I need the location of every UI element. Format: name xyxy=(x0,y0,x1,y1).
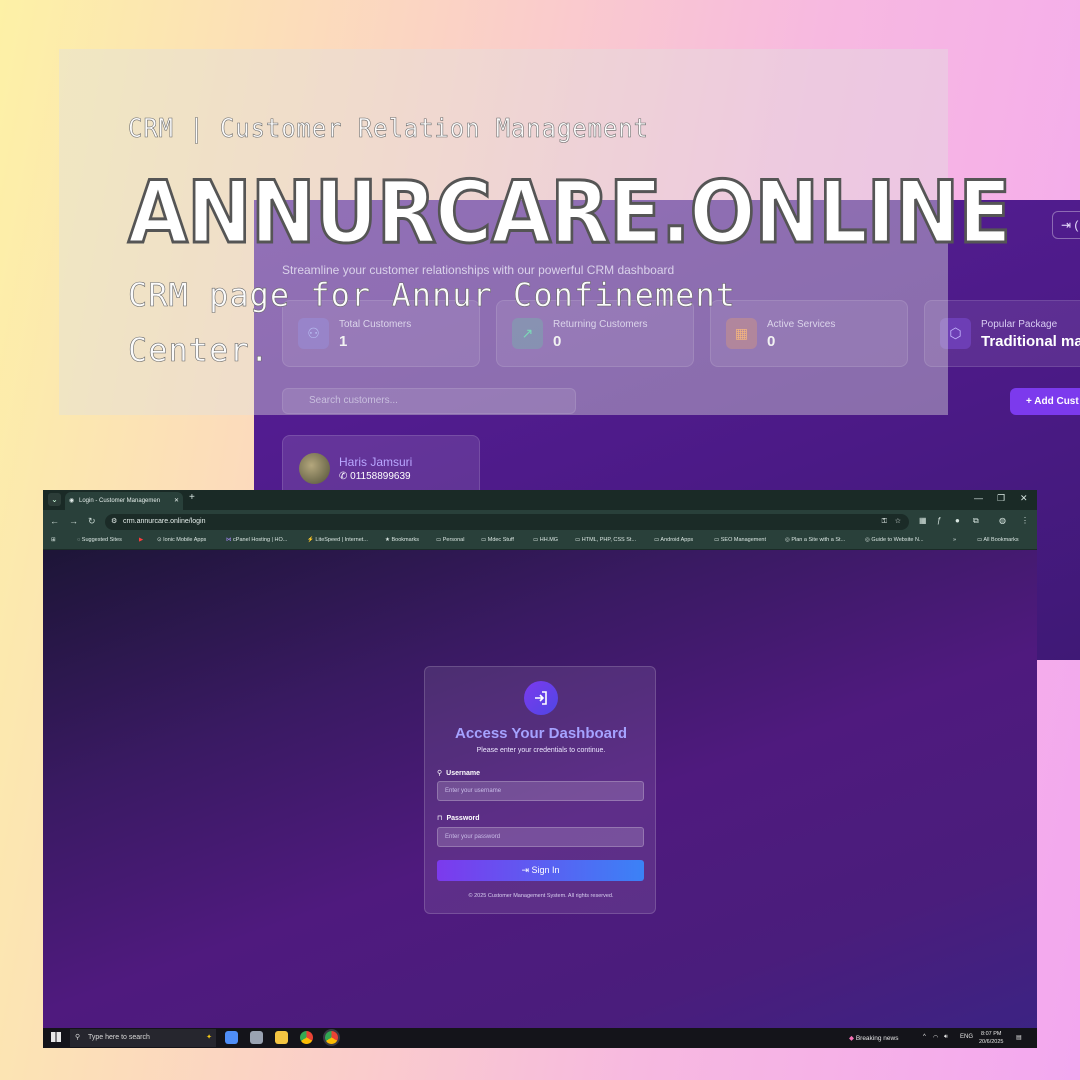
customer-name: Haris Jamsuri xyxy=(339,455,413,469)
login-title: Access Your Dashboard xyxy=(454,725,627,742)
overlay-description-line1: CRM page for Annur Confinement xyxy=(128,276,736,315)
minimize-icon[interactable]: — xyxy=(974,493,983,503)
restore-icon[interactable]: ❐ xyxy=(997,493,1005,504)
bookmark-item[interactable]: ◎ Guide to Website N... xyxy=(865,537,924,543)
tab-search-button[interactable]: ⌄ xyxy=(48,493,61,506)
wifi-icon[interactable]: ◠ xyxy=(933,1034,938,1041)
username-field[interactable]: Enter your username xyxy=(437,781,644,801)
extension-icon[interactable]: ● xyxy=(955,516,960,525)
extensions-puzzle-icon[interactable]: ⧉ xyxy=(973,516,979,526)
globe-icon: ◉ xyxy=(69,498,75,504)
password-field[interactable]: Enter your password xyxy=(437,827,644,847)
close-window-icon[interactable]: ✕ xyxy=(1020,493,1028,504)
extension-icon[interactable]: ▦ xyxy=(919,516,927,525)
tab-login[interactable]: ◉ Login - Customer Managemen ✕ xyxy=(65,492,183,510)
youtube-icon[interactable]: ▶ xyxy=(139,537,143,543)
bookmarks-overflow-button[interactable]: » xyxy=(953,537,956,543)
new-tab-button[interactable]: + xyxy=(189,492,195,503)
overlay-subtitle: CRM | Customer Relation Management xyxy=(128,114,649,145)
tray-chevron-icon[interactable]: ^ xyxy=(923,1034,926,1040)
lock-icon: ⊓ xyxy=(437,815,443,822)
notifications-icon[interactable]: ▤ xyxy=(1016,1034,1022,1041)
navigation-bar: ← → ↻ ⚙ crm.annurcare.online/login ⚿ ☆ ▦… xyxy=(43,510,1037,533)
customer-phone: ✆ 01158899639 xyxy=(339,471,411,482)
bookmark-item[interactable]: ⚡ LiteSpeed | Internet... xyxy=(307,537,368,543)
sparkle-icon: ✦ xyxy=(206,1034,212,1041)
bookmark-item[interactable]: ◌ Suggested Sites xyxy=(77,537,122,543)
file-explorer-icon[interactable] xyxy=(275,1031,288,1044)
apps-grid-icon[interactable]: ⊞ xyxy=(51,537,56,543)
avatar xyxy=(299,453,330,484)
password-label: ⊓ Password xyxy=(437,815,480,822)
bookmark-item[interactable]: ⋈ cPanel Hosting | HO... xyxy=(226,537,287,543)
language-indicator[interactable]: ENG xyxy=(960,1034,973,1040)
stat-value: Traditional massa xyxy=(981,333,1080,350)
sign-in-icon xyxy=(524,681,558,715)
volume-icon[interactable]: 🔊︎ xyxy=(944,1034,948,1041)
windows-start-icon[interactable] xyxy=(51,1032,61,1042)
site-info-icon: ⚙ xyxy=(111,518,118,525)
overlay-description-line2: Center. xyxy=(128,331,270,370)
chrome-icon[interactable] xyxy=(300,1031,313,1044)
bookmark-star-icon[interactable]: ☆ xyxy=(895,514,901,530)
taskbar-clock[interactable]: 8:07 PM 20/6/2025 xyxy=(979,1030,1003,1046)
bookmark-item[interactable]: ◎ Plan a Site with a St... xyxy=(785,537,845,543)
logout-button[interactable]: ⇥ ( xyxy=(1052,211,1080,239)
news-widget[interactable]: ◆ Breaking news xyxy=(849,1034,898,1042)
close-tab-icon[interactable]: ✕ xyxy=(174,492,179,510)
password-key-icon[interactable]: ⚿ xyxy=(882,514,887,530)
user-icon: ⚲ xyxy=(437,770,443,777)
add-customer-button[interactable]: + Add Cust xyxy=(1010,388,1080,415)
stat-label: Popular Package xyxy=(981,319,1058,330)
sign-in-icon: ⇥ xyxy=(521,865,532,875)
plus-icon: + xyxy=(1026,396,1035,407)
bookmark-folder[interactable]: ▭ Android Apps xyxy=(654,537,693,543)
bookmark-folder[interactable]: ▭ SEO Management xyxy=(714,537,766,543)
taskbar-search-input[interactable]: ⚲ Type here to search ✦ xyxy=(70,1029,216,1047)
app-icon[interactable] xyxy=(250,1031,263,1044)
back-icon[interactable]: ← xyxy=(50,516,59,526)
bookmark-folder[interactable]: ▭ Personal xyxy=(436,537,464,543)
bookmark-folder[interactable]: ▭ Mdec Stuff xyxy=(481,537,514,543)
login-footer: © 2025 Customer Management System. All r… xyxy=(468,893,614,899)
extension-icon[interactable]: ƒ xyxy=(937,516,941,525)
news-icon: ◆ xyxy=(849,1035,856,1042)
search-icon: ⚲ xyxy=(75,1034,81,1041)
chrome-active-icon[interactable] xyxy=(325,1031,338,1044)
browser-window: ⌄ ◉ Login - Customer Managemen ✕ + — ❐ ✕… xyxy=(43,490,1037,1048)
profile-avatar[interactable]: ◍ xyxy=(999,516,1006,525)
login-subtitle: Please enter your credentials to continu… xyxy=(476,747,606,754)
login-card: Access Your Dashboard Please enter your … xyxy=(424,666,656,914)
address-bar[interactable]: ⚙ crm.annurcare.online/login ⚿ ☆ xyxy=(105,514,909,530)
phone-icon: ✆ xyxy=(339,471,351,482)
tab-bar: ⌄ ◉ Login - Customer Managemen ✕ + — ❐ ✕ xyxy=(43,490,1037,510)
username-label: ⚲ Username xyxy=(437,770,480,777)
windows-taskbar: ⚲ Type here to search ✦ ◆ Breaking news … xyxy=(43,1028,1037,1048)
menu-kebab-icon[interactable]: ⋮ xyxy=(1021,516,1029,525)
bookmark-item[interactable]: ⊙ Ionic Mobile Apps xyxy=(157,537,206,543)
bookmark-folder[interactable]: ▭ HTML, PHP, CSS St... xyxy=(575,537,636,543)
sign-in-button[interactable]: ⇥ Sign In xyxy=(437,860,644,881)
reload-icon[interactable]: ↻ xyxy=(88,516,96,527)
overlay-headline: ANNURCARE.ONLINE xyxy=(127,162,1013,265)
forward-icon[interactable]: → xyxy=(69,516,78,526)
bookmark-item[interactable]: ★ Bookmarks xyxy=(385,537,419,543)
bookmarks-bar: ⊞ ◌ Suggested Sites ▶ ⊙ Ionic Mobile App… xyxy=(43,533,1037,550)
login-page: Access Your Dashboard Please enter your … xyxy=(43,550,1037,1028)
all-bookmarks-folder[interactable]: ▭ All Bookmarks xyxy=(977,537,1019,543)
logout-icon: ⇥ xyxy=(1061,218,1072,232)
copilot-icon[interactable] xyxy=(225,1031,238,1044)
bookmark-folder[interactable]: ▭ HH.MG xyxy=(533,537,558,543)
